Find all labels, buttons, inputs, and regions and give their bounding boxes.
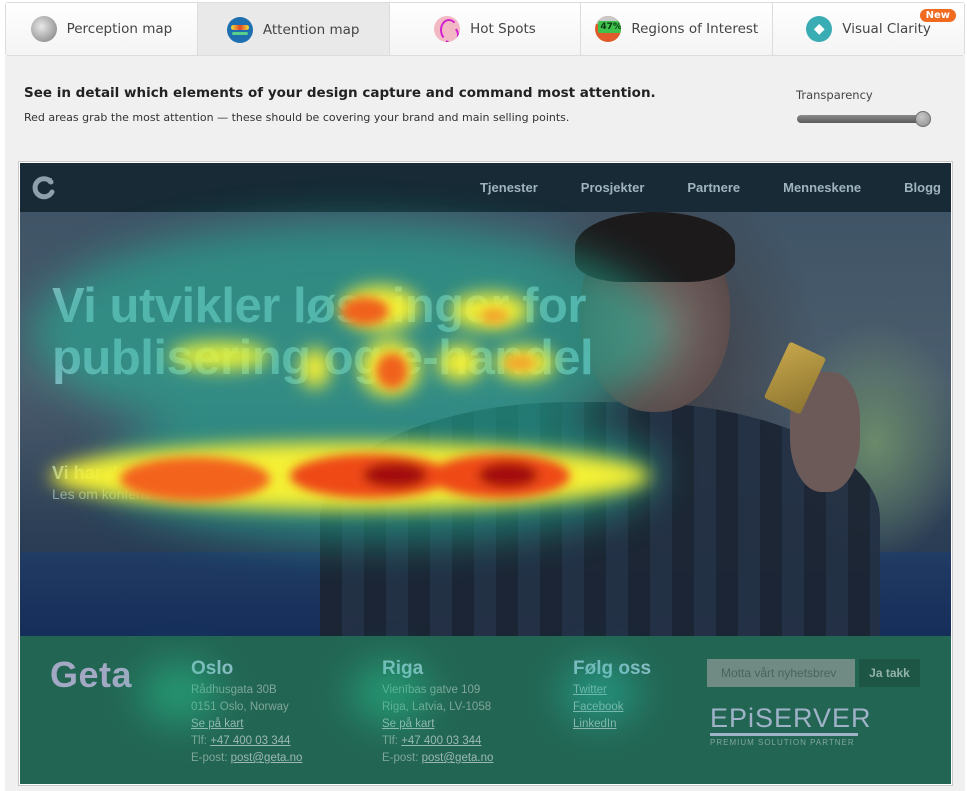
nav-tjenester[interactable]: Tjenester [480,180,538,195]
riga-email-link[interactable]: post@geta.no [422,752,494,764]
attention-map-panel: See in detail which elements of your des… [5,56,965,791]
facebook-link[interactable]: Facebook [573,701,624,713]
oslo-phone-label: Tlf: [191,735,207,747]
site-navbar: Tjenester Prosjekter Partnere Menneskene… [20,163,951,212]
screenshot-frame: Tjenester Prosjekter Partnere Menneskene… [18,161,953,786]
tab-label: Attention map [262,22,360,38]
regions-of-interest-icon: 47% [595,16,622,42]
hero-title: Vi utvikler løsninger for publisering og… [52,279,594,385]
tab-label: Perception map [66,21,173,37]
attention-map-icon [226,17,253,43]
oslo-address-2: 0151 Oslo, Norway [191,701,289,713]
tab-visual-clarity[interactable]: ◆ Visual Clarity New [773,3,964,55]
hero-link[interactable]: Les om konferansen [52,486,179,502]
hero-section: Vi utvikler løsninger for publisering og… [20,212,951,636]
oslo-phone-link[interactable]: +47 400 03 344 [210,735,290,747]
nav-menneskene[interactable]: Menneskene [783,180,861,195]
riga-address-2: Riga, Latvia, LV-1058 [382,701,492,713]
transparency-label: Transparency [796,88,873,102]
riga-map-link[interactable]: Se på kart [382,718,434,730]
oslo-map-link[interactable]: Se på kart [191,718,243,730]
site-nav-links: Tjenester Prosjekter Partnere Menneskene… [437,163,941,212]
analysis-tabs: Perception map Attention map Hot Spots 4… [5,2,965,56]
nav-prosjekter[interactable]: Prosjekter [581,180,645,195]
analyzed-website: Tjenester Prosjekter Partnere Menneskene… [20,163,951,784]
episerver-partner-tag: PREMIUM SOLUTION PARTNER [710,738,855,747]
hero-person-hair [575,212,735,282]
site-footer: Geta Oslo Rådhusgata 30B 0151 Oslo, Norw… [20,636,951,784]
newsletter-submit-button[interactable]: Ja takk [859,659,920,687]
riga-title: Riga [382,658,424,679]
hero-subtitle: Vi har deltatt på Episerver-konferanse i… [52,463,467,483]
tab-hot-spots[interactable]: Hot Spots [389,3,582,55]
hero-title-line-2: publisering og e-handel [52,331,594,385]
episerver-logo-bar [710,733,858,736]
footer-follow: Følg oss Twitter Facebook LinkedIn [573,658,651,733]
riga-phone-link[interactable]: +47 400 03 344 [401,735,481,747]
regions-percent-label: 47% [598,21,622,33]
tab-label: Hot Spots [470,21,536,37]
riga-address-1: Vienības gatve 109 [382,684,481,696]
diamond-icon: ◆ [806,16,833,42]
riga-phone-label: Tlf: [382,735,398,747]
footer-riga: Riga Vienības gatve 109 Riga, Latvia, LV… [382,658,493,767]
follow-title: Følg oss [573,658,652,679]
footer-logo: Geta [50,654,133,695]
footer-oslo: Oslo Rådhusgata 30B 0151 Oslo, Norway Se… [191,658,302,767]
slider-handle[interactable] [915,111,931,127]
linkedin-link[interactable]: LinkedIn [573,718,616,730]
transparency-slider[interactable] [797,111,931,127]
nav-blogg[interactable]: Blogg [904,180,941,195]
nav-partnere[interactable]: Partnere [687,180,740,195]
twitter-link[interactable]: Twitter [573,684,607,696]
perception-map-icon [30,16,57,42]
hot-spots-icon [434,16,461,42]
tab-perception-map[interactable]: Perception map [6,3,198,55]
oslo-title: Oslo [191,658,234,679]
riga-email-label: E-post: [382,752,419,764]
tab-label: Visual Clarity [842,21,931,37]
hero-title-line-1: Vi utvikler løsninger for [52,279,586,333]
tab-attention-map[interactable]: Attention map [197,3,390,55]
new-badge: New [919,9,956,22]
tab-regions-of-interest[interactable]: 47% Regions of Interest [581,3,774,55]
slider-track [797,115,925,123]
oslo-email-link[interactable]: post@geta.no [231,752,303,764]
panel-headline: See in detail which elements of your des… [24,85,656,101]
tab-label: Regions of Interest [631,21,759,37]
oslo-email-label: E-post: [191,752,228,764]
panel-description: Red areas grab the most attention — thes… [24,111,570,124]
oslo-address-1: Rådhusgata 30B [191,684,277,696]
episerver-logo: EPiSERVER [710,703,872,733]
geta-logo-icon [32,176,55,200]
newsletter-email-input[interactable] [707,659,855,687]
